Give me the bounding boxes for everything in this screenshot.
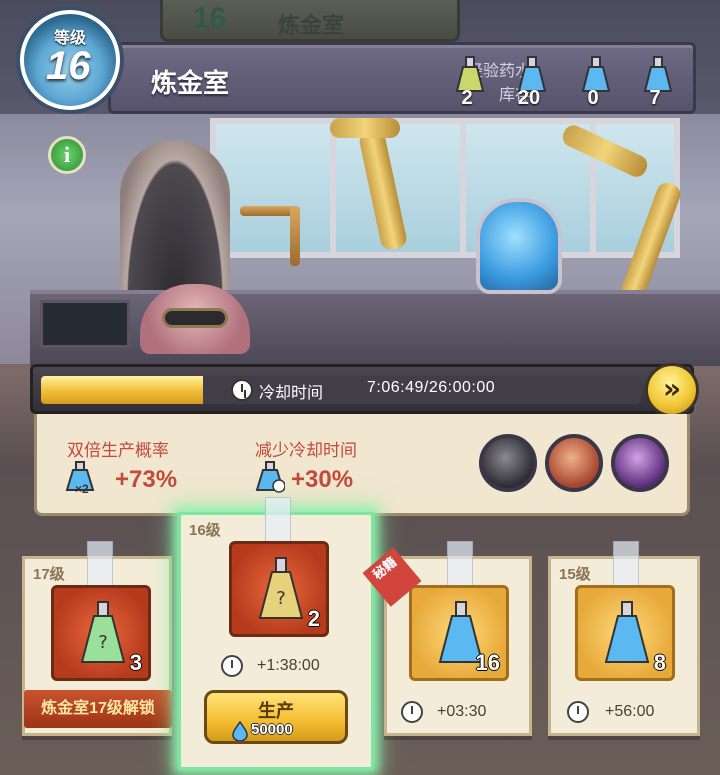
fast-forward-button[interactable]: »: [645, 363, 699, 417]
brew-time: +03:30: [437, 703, 487, 720]
inventory-potion-2[interactable]: 20: [507, 53, 559, 109]
produce-label: 生产: [258, 701, 294, 721]
brew-time: +1:38:00: [257, 657, 320, 674]
produce-cost: 50000: [251, 721, 293, 738]
goggles: [162, 308, 228, 328]
tape: [265, 497, 291, 543]
multiplier-badge: ×2: [75, 482, 89, 496]
potion-tile: 8: [575, 585, 675, 681]
cooldown-label: 冷却时间: [259, 385, 324, 402]
cooldown-track: [41, 376, 641, 404]
mystery-potion-icon: ?: [80, 601, 126, 663]
potion-tile: 16: [409, 585, 509, 681]
inventory-label: 经验药水: [466, 63, 531, 80]
room-level: 16: [193, 2, 227, 35]
room-name: 炼金室: [278, 13, 345, 38]
double-chance-label: 双倍生产概率: [67, 441, 169, 460]
card-level: 16级: [189, 522, 221, 539]
card-level: 15级: [559, 566, 591, 583]
clock-icon: [567, 701, 589, 723]
potion-quantity: 2: [307, 606, 320, 631]
unlock-requirement: 炼金室17级解锁: [24, 690, 172, 728]
svg-text:?: ?: [276, 588, 286, 609]
furnace-arch: [120, 140, 230, 300]
potion-quantity: 16: [475, 650, 500, 675]
reduce-cooldown-value: +30%: [291, 466, 354, 493]
produce-button[interactable]: 生产 50000: [204, 690, 348, 744]
double-chance-value: +73%: [115, 466, 178, 493]
tape: [447, 541, 473, 587]
clock-icon: [231, 379, 253, 401]
inventory-potion-3[interactable]: 0: [571, 53, 623, 109]
window-frame: [330, 118, 336, 258]
robot-arm: [330, 118, 400, 138]
page-title: 炼金室: [151, 68, 230, 98]
potion-tile: ? 3: [51, 585, 151, 681]
potion-quantity: 3: [129, 650, 142, 675]
inventory-potion-4[interactable]: 7: [633, 53, 685, 109]
level-value: 16: [46, 44, 91, 88]
lab-monitor: [40, 300, 130, 348]
bonus-panel: 双倍生产概率 减少冷却时间 ×2 +73% +30%: [34, 414, 690, 516]
fast-forward-icon: »: [662, 372, 682, 405]
inventory-count: 0: [587, 87, 599, 109]
water-drop-icon: [232, 721, 248, 741]
potion-clock-icon: [255, 461, 285, 493]
potion-machine: [476, 198, 562, 294]
potion-tile: ? 2: [229, 541, 329, 637]
cooldown-time: 7:06:49/26:00:00: [367, 379, 496, 396]
svg-text:?: ?: [98, 632, 108, 653]
tape: [613, 541, 639, 587]
cooldown-fill: [41, 376, 203, 404]
brew-time: +56:00: [605, 703, 655, 720]
blue-potion-icon: [604, 601, 650, 663]
info-icon: i: [63, 142, 71, 167]
clock-icon: [401, 701, 423, 723]
mystery-potion-icon: ?: [258, 557, 304, 619]
reduce-cooldown-label: 减少冷却时间: [255, 441, 357, 460]
hero-avatar-3[interactable]: [611, 434, 669, 492]
room-header-strip: 16 炼金室: [160, 0, 460, 42]
hero-avatar-1[interactable]: [479, 434, 537, 492]
lab-counter: [30, 290, 720, 366]
inventory-count: 2: [461, 87, 473, 109]
potion-quantity: 8: [653, 650, 666, 675]
card-level: 17级: [33, 566, 65, 583]
pipe: [290, 206, 300, 266]
inventory-sublabel: 库存: [498, 87, 531, 104]
alchemy-room-screen: 16 炼金室 炼金室 经验药水 库存 2 20 0 7 等级 16 i 冷却时间…: [0, 0, 720, 775]
inventory-count: 7: [649, 87, 661, 109]
cooldown-bar: 冷却时间 7:06:49/26:00:00 »: [30, 363, 699, 417]
hero-avatar-2[interactable]: [545, 434, 603, 492]
inventory-potion-1[interactable]: 2: [445, 53, 497, 109]
recipe-card-4[interactable]: 15级 8 +56:00: [548, 541, 700, 736]
title-banner: 炼金室 经验药水 库存 2 20 0 7: [108, 42, 696, 114]
clock-icon: [221, 655, 243, 677]
info-button[interactable]: i: [48, 136, 86, 174]
window-frame: [460, 118, 466, 258]
level-badge: 等级 16: [20, 10, 120, 110]
lab-window: [210, 118, 680, 258]
tape: [87, 541, 113, 587]
inventory-count: 20: [517, 87, 541, 109]
